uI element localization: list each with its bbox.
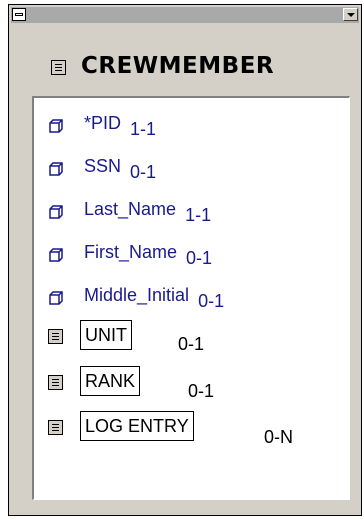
relationship-row[interactable]: UNIT 0-1 (34, 320, 344, 360)
attribute-row[interactable]: Last_Name 1-1 (34, 194, 344, 230)
entity-title: CREWMEMBER (81, 53, 275, 79)
relationship-name[interactable]: RANK (80, 366, 141, 396)
attribute-row[interactable]: *PID 1-1 (34, 108, 344, 144)
attribute-name: SSN (84, 156, 122, 176)
attribute-icon (49, 205, 63, 219)
entity-table-icon (51, 60, 66, 75)
entity-header[interactable]: CREWMEMBER (33, 49, 343, 87)
attribute-cardinality: 1-1 (185, 205, 212, 225)
attribute-row[interactable]: Middle_Initial 0-1 (34, 280, 344, 316)
attribute-cardinality: 0-1 (130, 162, 157, 182)
entity-body: *PID 1-1 SSN 0-1 Last_Name 1-1 First_Nam… (32, 96, 350, 500)
attribute-icon (49, 291, 63, 305)
attribute-cardinality: 0-1 (198, 291, 225, 311)
relationship-row[interactable]: RANK 0-1 (34, 366, 344, 406)
attribute-icon (49, 119, 63, 133)
attribute-icon (49, 162, 63, 176)
entity-window: CREWMEMBER *PID 1-1 SSN 0-1 Last_Name 1-… (8, 4, 362, 516)
attribute-name: Last_Name (84, 199, 177, 219)
entity-table-icon (48, 420, 63, 435)
attribute-name: Middle_Initial (84, 285, 190, 305)
minimize-icon (15, 13, 23, 16)
attribute-icon (49, 248, 63, 262)
relationship-cardinality: 0-1 (188, 381, 215, 401)
relationship-cardinality: 0-1 (178, 334, 205, 354)
attribute-cardinality: 0-1 (186, 248, 213, 268)
attribute-name: *PID (84, 113, 122, 133)
entity-table-icon (48, 375, 63, 390)
attribute-row[interactable]: SSN 0-1 (34, 151, 344, 187)
system-menu-button[interactable] (12, 8, 26, 21)
attribute-name: First_Name (84, 242, 178, 262)
dropdown-button[interactable] (343, 8, 358, 21)
relationship-cardinality: 0-N (264, 427, 294, 447)
attribute-cardinality: 1-1 (130, 119, 157, 139)
chevron-down-icon (347, 13, 355, 17)
relationship-name[interactable]: LOG ENTRY (80, 411, 194, 441)
relationship-row[interactable]: LOG ENTRY 0-N (34, 411, 344, 451)
entity-table-icon (48, 329, 63, 344)
relationship-name[interactable]: UNIT (80, 320, 132, 350)
attribute-row[interactable]: First_Name 0-1 (34, 237, 344, 273)
title-bar[interactable] (11, 7, 359, 23)
